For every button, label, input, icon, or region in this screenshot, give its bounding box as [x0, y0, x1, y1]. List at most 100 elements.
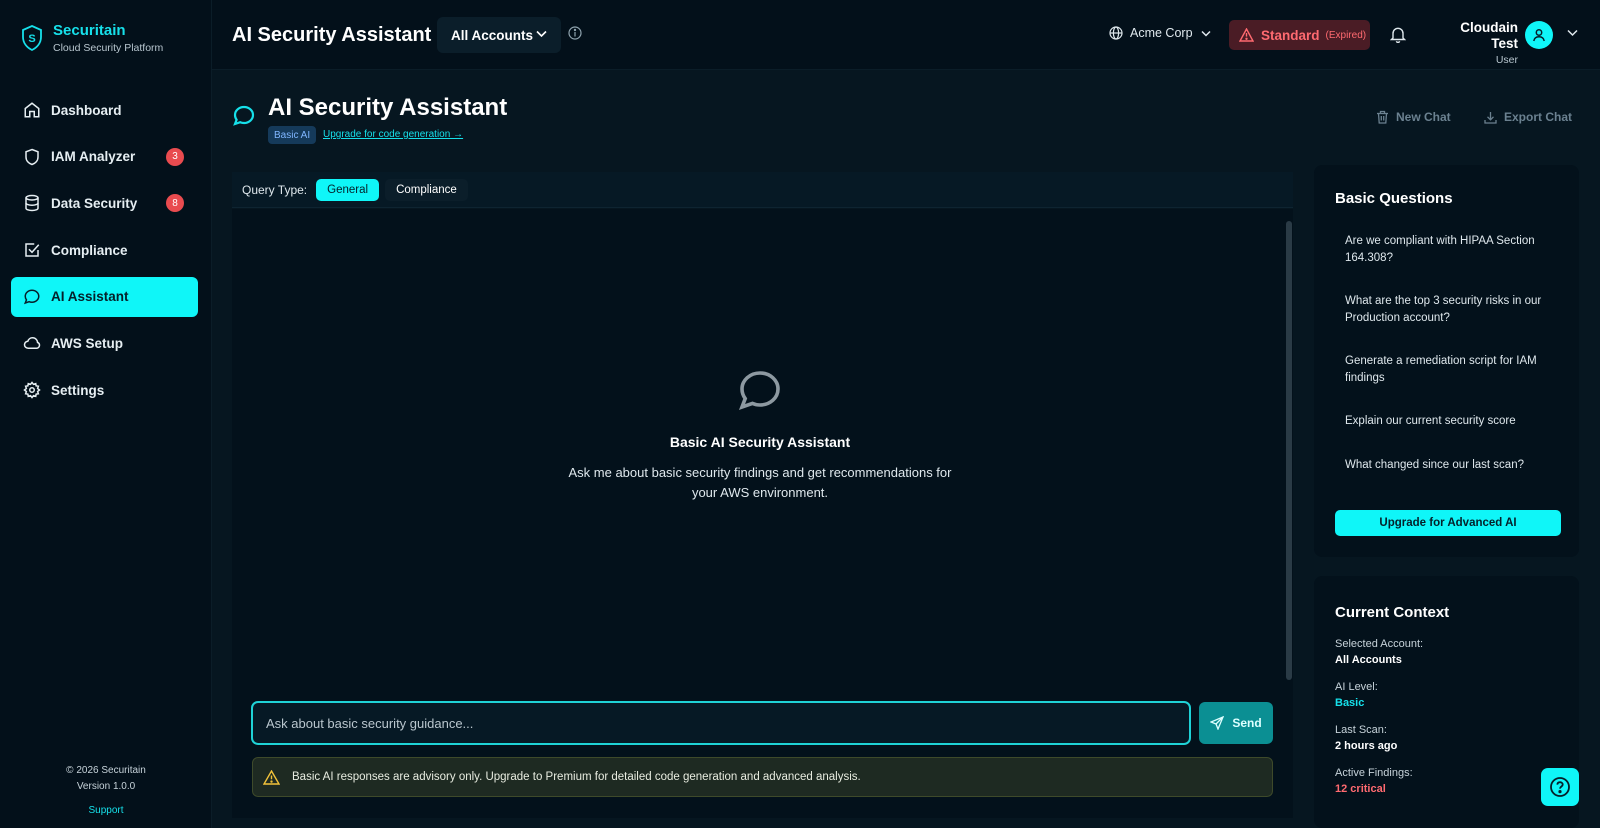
help-icon — [1550, 777, 1570, 797]
sidebar-footer: © 2026 Securitain Version 1.0.0 Support — [0, 763, 212, 819]
org-name: Acme Corp — [1130, 26, 1193, 40]
send-icon — [1210, 716, 1225, 730]
empty-state-description: Ask me about basic security findings and… — [568, 465, 952, 500]
sidebar-item-label: Dashboard — [51, 102, 122, 118]
count-badge: 3 — [166, 147, 184, 166]
top-bar-title: AI Security Assistant — [232, 24, 432, 46]
plan-name: Standard — [1261, 27, 1320, 43]
query-type-general[interactable]: General — [316, 178, 380, 201]
new-chat-button[interactable]: New Chat — [1376, 110, 1451, 124]
export-chat-label: Export Chat — [1504, 110, 1573, 124]
upgrade-advanced-ai-button[interactable]: Upgrade for Advanced AI — [1335, 510, 1561, 536]
database-icon — [23, 194, 41, 212]
brand-tagline: Cloud Security Platform — [53, 42, 164, 54]
gear-icon — [23, 381, 41, 399]
tier-badge: Basic AI — [268, 126, 317, 144]
top-bar: AI Security Assistant All Accounts Acme … — [212, 0, 1600, 70]
support-link[interactable]: Support — [0, 803, 212, 819]
help-button[interactable] — [1541, 768, 1579, 806]
copyright: © 2026 Securitain — [66, 765, 146, 776]
ai-level-label: AI Level: — [1335, 681, 1378, 693]
chat-scrollbar[interactable] — [1286, 221, 1292, 680]
trash-icon — [1377, 110, 1388, 124]
query-type-compliance[interactable]: Compliance — [385, 178, 468, 201]
sidebar-item-aws-setup[interactable]: AWS Setup — [11, 323, 198, 363]
question-item[interactable]: Are we compliant with HIPAA Section 164.… — [1345, 233, 1560, 266]
sidebar: S Securitain Cloud Security Platform Das… — [0, 0, 212, 828]
sidebar-item-label: AWS Setup — [51, 335, 124, 351]
user-name: Cloudain Test — [1460, 20, 1518, 51]
chat-bubble-icon — [736, 367, 784, 415]
warning-icon — [1239, 28, 1254, 42]
basic-questions-title: Basic Questions — [1335, 190, 1453, 207]
active-findings-value: 12 critical — [1335, 783, 1386, 795]
sidebar-item-dashboard[interactable]: Dashboard — [11, 90, 198, 130]
last-scan-label: Last Scan: — [1335, 724, 1387, 736]
context-title: Current Context — [1335, 604, 1450, 621]
send-button[interactable]: Send — [1199, 702, 1273, 744]
chat-input[interactable] — [251, 701, 1191, 745]
brand-name: Securitain — [53, 22, 126, 39]
last-scan-value: 2 hours ago — [1335, 740, 1398, 752]
question-item[interactable]: Explain our current security score — [1345, 413, 1560, 430]
chevron-down-icon — [1201, 30, 1211, 37]
plan-status: (Expired) — [1325, 29, 1367, 41]
send-label: Send — [1232, 716, 1262, 730]
shield-icon — [23, 148, 41, 166]
sidebar-item-label: Compliance — [51, 242, 128, 258]
home-icon — [23, 101, 41, 119]
selected-account-value: All Accounts — [1335, 654, 1402, 666]
sidebar-item-settings[interactable]: Settings — [11, 370, 198, 410]
warning-icon — [263, 769, 280, 785]
page-title: AI Security Assistant — [268, 94, 508, 121]
chevron-down-icon[interactable] — [1567, 29, 1578, 37]
chat-icon — [23, 288, 41, 306]
selected-account-label: Selected Account: — [1335, 638, 1424, 650]
sidebar-item-data-security[interactable]: Data Security 8 — [11, 183, 198, 223]
question-item[interactable]: What are the top 3 security risks in our… — [1345, 293, 1560, 326]
account-selector[interactable]: All Accounts — [437, 17, 561, 53]
checkbox-icon — [23, 241, 41, 259]
bell-icon[interactable] — [1390, 26, 1406, 43]
count-badge: 8 — [166, 194, 184, 213]
sidebar-item-compliance[interactable]: Compliance — [11, 230, 198, 270]
user-info[interactable]: Cloudain Test User — [1432, 20, 1518, 68]
empty-state-title: Basic AI Security Assistant — [669, 434, 851, 450]
sidebar-item-label: AI Assistant — [51, 289, 129, 305]
org-selector[interactable]: Acme Corp — [1109, 26, 1211, 40]
question-item[interactable]: Generate a remediation script for IAM fi… — [1345, 353, 1560, 386]
user-icon — [1533, 29, 1545, 42]
plan-badge[interactable]: Standard (Expired) — [1229, 20, 1370, 50]
user-role: User — [1495, 54, 1518, 66]
question-item[interactable]: What changed since our last scan? — [1345, 457, 1560, 474]
shield-logo-icon: S — [20, 24, 44, 52]
export-chat-button[interactable]: Export Chat — [1484, 110, 1572, 124]
chat-icon — [232, 104, 256, 128]
sidebar-item-label: Settings — [51, 382, 105, 398]
download-icon — [1484, 111, 1497, 124]
advisory-text: Basic AI responses are advisory only. Up… — [292, 771, 861, 783]
new-chat-label: New Chat — [1396, 110, 1451, 124]
sidebar-item-ai-assistant[interactable]: AI Assistant — [11, 276, 198, 317]
svg-text:S: S — [28, 33, 35, 45]
sidebar-item-label: Data Security — [51, 195, 138, 211]
avatar[interactable] — [1525, 21, 1553, 49]
account-selector-value: All Accounts — [451, 27, 534, 43]
sidebar-item-iam-analyzer[interactable]: IAM Analyzer 3 — [11, 137, 198, 177]
chevron-down-icon — [536, 30, 547, 38]
cloud-icon — [23, 334, 41, 352]
sidebar-nav: Dashboard IAM Analyzer 3 Data Security 8… — [11, 90, 198, 417]
query-type-label: Query Type: — [242, 182, 308, 197]
advisory-notice: Basic AI responses are advisory only. Up… — [252, 757, 1273, 797]
active-findings-label: Active Findings: — [1335, 767, 1413, 779]
version: Version 1.0.0 — [76, 781, 136, 792]
ai-level-value: Basic — [1335, 697, 1365, 709]
info-icon[interactable] — [568, 26, 582, 40]
brand[interactable]: S Securitain Cloud Security Platform — [20, 22, 163, 56]
basic-questions-card: Basic Questions Are we compliant with HI… — [1314, 165, 1579, 557]
globe-icon — [1109, 26, 1123, 40]
upgrade-link[interactable]: Upgrade for code generation → — [323, 129, 463, 140]
sidebar-item-label: IAM Analyzer — [51, 149, 136, 165]
current-context-card: Current Context Selected Account: All Ac… — [1314, 576, 1579, 828]
query-type-bar: Query Type: General Compliance — [232, 172, 1293, 208]
